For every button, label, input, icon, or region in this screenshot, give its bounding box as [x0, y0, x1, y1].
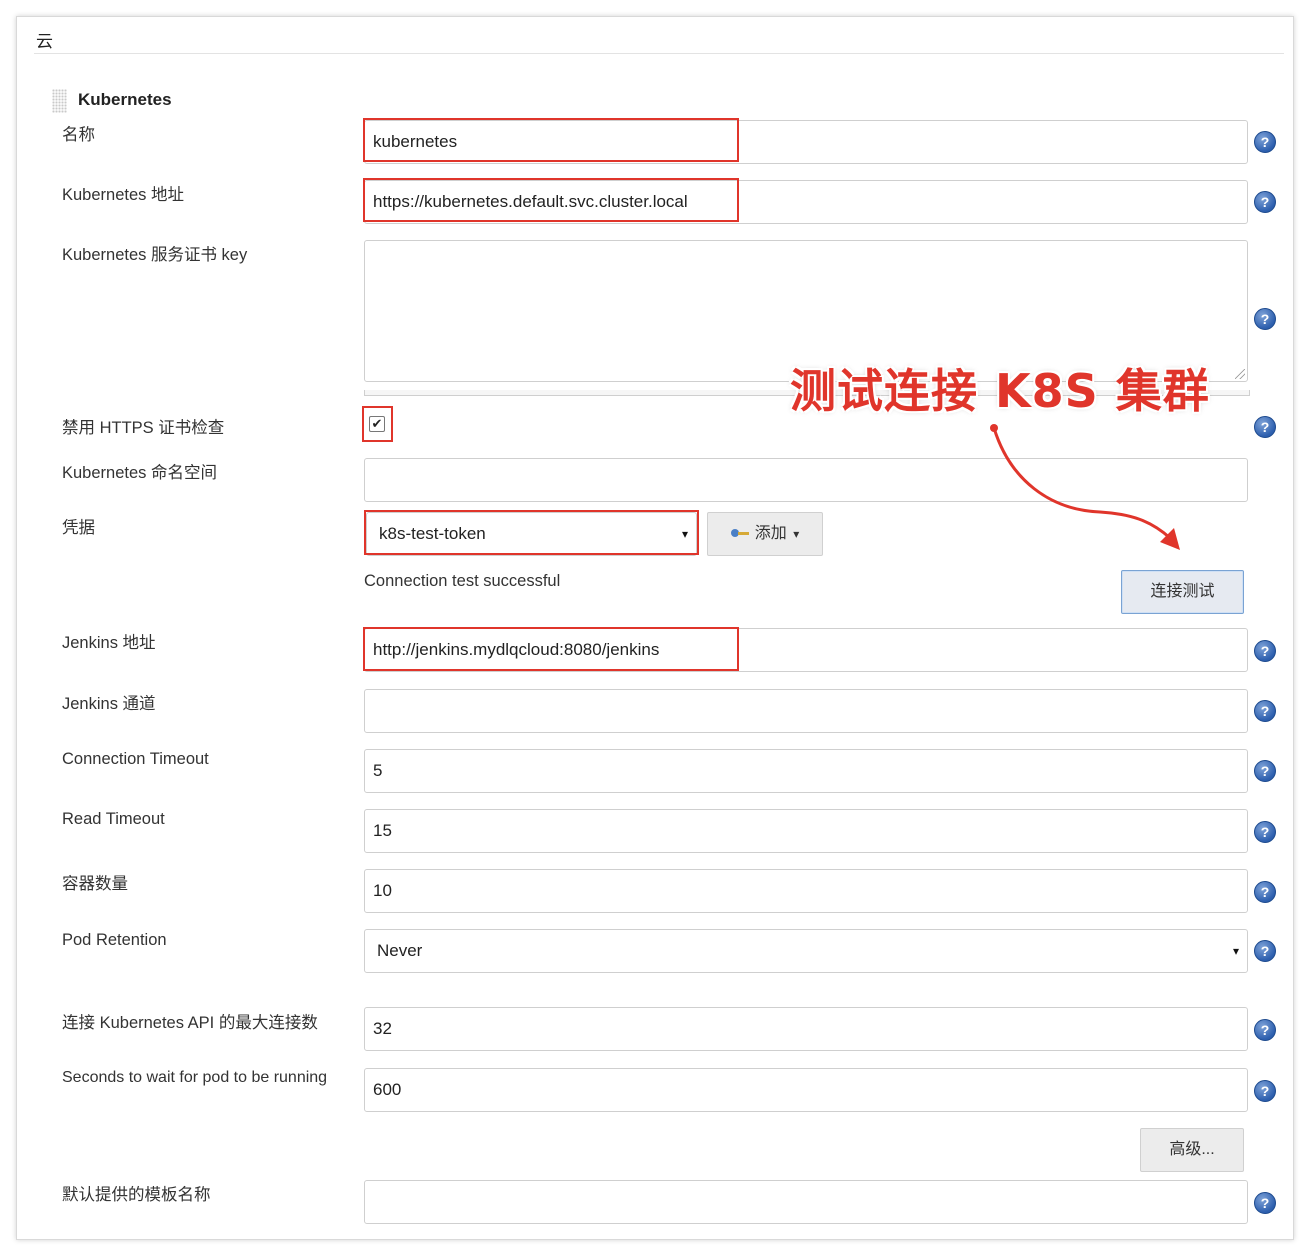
k8s-url-label: Kubernetes 地址 — [62, 186, 184, 204]
add-label: 添加 — [754, 525, 787, 542]
container-cap-input[interactable]: 10 — [364, 869, 1248, 913]
drag-handle-icon[interactable] — [52, 89, 67, 113]
credentials-select[interactable]: k8s-test-token ▾ — [366, 512, 697, 556]
skip-tls-label: 禁用 HTTPS 证书检查 — [62, 419, 225, 437]
default-template-label: 默认提供的模板名称 — [62, 1186, 211, 1204]
name-label: 名称 — [62, 126, 95, 144]
help-icon[interactable]: ? — [1254, 131, 1276, 153]
name-input[interactable]: kubernetes — [364, 120, 1248, 164]
wait-for-pod-label: Seconds to wait for pod to be running — [62, 1069, 328, 1086]
read-timeout-input[interactable]: 15 — [364, 809, 1248, 853]
cloud-type-title: Kubernetes — [78, 90, 172, 109]
help-icon[interactable]: ? — [1254, 940, 1276, 962]
key-icon — [730, 529, 749, 538]
annotation-arrow-icon — [990, 424, 1180, 550]
dropdown-caret-icon: ▾ — [1232, 944, 1239, 958]
container-cap-label: 容器数量 — [62, 875, 128, 893]
connection-timeout-input[interactable]: 5 — [364, 749, 1248, 793]
help-icon[interactable]: ? — [1254, 881, 1276, 903]
help-icon[interactable]: ? — [1254, 191, 1276, 213]
add-credentials-button[interactable]: 添加 ▾ — [707, 512, 823, 556]
resize-grip-icon[interactable] — [1235, 369, 1245, 379]
help-icon[interactable]: ? — [1254, 760, 1276, 782]
help-icon[interactable]: ? — [1254, 1019, 1276, 1041]
connection-timeout-label: Connection Timeout — [62, 750, 209, 768]
jenkins-url-input[interactable]: http://jenkins.mydlqcloud:8080/jenkins — [364, 628, 1248, 672]
help-icon[interactable]: ? — [1254, 640, 1276, 662]
credentials-selected: k8s-test-token — [379, 524, 486, 543]
chevron-down-icon: ▾ — [793, 527, 800, 541]
annotation-text: 测试连接 K8S 集群 — [790, 364, 1210, 418]
section-divider — [34, 53, 1284, 54]
help-icon[interactable]: ? — [1254, 700, 1276, 722]
pod-retention-select[interactable]: Never ▾ — [364, 929, 1248, 973]
connection-status: Connection test successful — [364, 572, 561, 590]
default-template-input[interactable] — [364, 1180, 1248, 1224]
advanced-button[interactable]: 高级... — [1140, 1128, 1244, 1172]
server-cert-label: Kubernetes 服务证书 key — [62, 246, 248, 264]
read-timeout-label: Read Timeout — [62, 810, 165, 828]
help-icon[interactable]: ? — [1254, 1080, 1276, 1102]
help-icon[interactable]: ? — [1254, 308, 1276, 330]
k8s-url-input[interactable]: https://kubernetes.default.svc.cluster.l… — [364, 180, 1248, 224]
namespace-label: Kubernetes 命名空间 — [62, 464, 217, 482]
max-connections-label: 连接 Kubernetes API 的最大连接数 — [62, 1014, 318, 1032]
jenkins-tunnel-label: Jenkins 通道 — [62, 695, 156, 713]
skip-tls-checkbox[interactable]: ✔ — [369, 416, 385, 432]
max-connections-input[interactable]: 32 — [364, 1007, 1248, 1051]
test-connection-button[interactable]: 连接测试 — [1121, 570, 1244, 614]
jenkins-tunnel-input[interactable] — [364, 689, 1248, 733]
dropdown-caret-icon: ▾ — [681, 527, 688, 541]
pod-retention-label: Pod Retention — [62, 931, 167, 949]
section-title: 云 — [36, 32, 53, 51]
help-icon[interactable]: ? — [1254, 416, 1276, 438]
pod-retention-selected: Never — [377, 941, 423, 960]
jenkins-url-label: Jenkins 地址 — [62, 634, 156, 652]
credentials-label: 凭据 — [62, 519, 95, 537]
help-icon[interactable]: ? — [1254, 821, 1276, 843]
wait-for-pod-input[interactable]: 600 — [364, 1068, 1248, 1112]
help-icon[interactable]: ? — [1254, 1192, 1276, 1214]
